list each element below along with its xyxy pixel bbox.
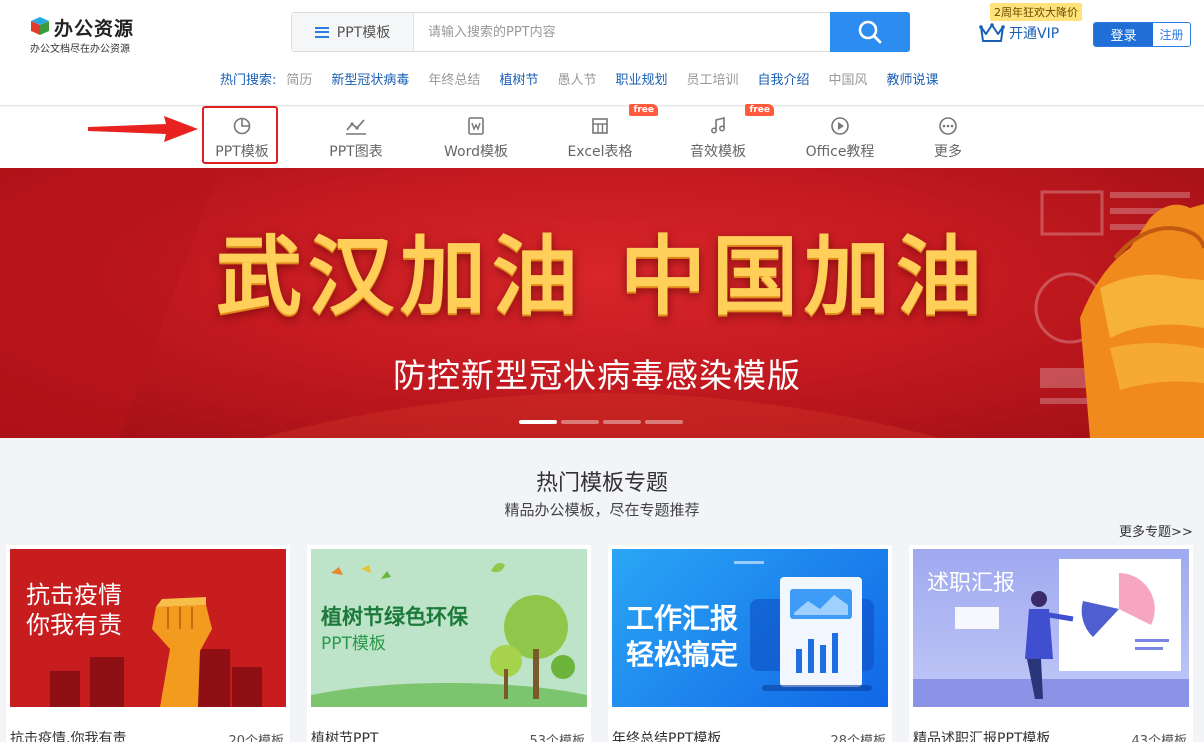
nav-audio-templates[interactable]: free 音效模板 (684, 104, 774, 168)
card-thumbnail: 抗击疫情 你我有责 (10, 549, 286, 707)
promo-badge[interactable]: 2周年狂欢大降价 (990, 3, 1082, 21)
section-subtitle: 精品办公模板，尽在专题推荐 (504, 501, 700, 519)
more-icon (939, 117, 957, 135)
search-bar: PPT模板 (291, 12, 910, 52)
table-icon (592, 118, 608, 134)
hot-search-item[interactable]: 员工培训 (686, 69, 738, 88)
auth-buttons: 登录 注册 (1093, 22, 1191, 47)
nav-office-tutorials[interactable]: Office教程 (800, 107, 880, 168)
free-tag: free (629, 104, 658, 116)
line-chart-icon (346, 119, 366, 135)
card-thumbnail: 植树节绿色环保 PPT模板 (311, 549, 587, 707)
card-count: 20个模板 (228, 734, 284, 742)
site-logo[interactable]: 办公资源 办公文档尽在办公资源 (30, 14, 140, 58)
nav-more[interactable]: 更多 (922, 107, 974, 168)
card-count: 53个模板 (529, 734, 585, 742)
carousel-dots (519, 420, 683, 424)
more-topics-link[interactable]: 更多专题>> (1119, 521, 1193, 540)
hot-search-item[interactable]: 年终总结 (428, 69, 480, 88)
hot-search-item[interactable]: 植树节 (499, 69, 538, 88)
nav-label: 更多 (934, 144, 962, 160)
search-category-select[interactable]: PPT模板 (292, 13, 414, 51)
free-tag: free (745, 104, 774, 116)
logo-subtitle: 办公文档尽在办公资源 (30, 44, 130, 55)
card-title: 精品述职汇报PPT模板 (913, 731, 1051, 742)
hot-search-item[interactable]: 简历 (286, 69, 312, 88)
topic-card[interactable]: 植树节绿色环保 PPT模板 植树节PPT 53个模板 (307, 545, 591, 742)
carousel-dot-active[interactable] (519, 420, 557, 424)
nav-label: Office教程 (805, 144, 875, 160)
site-header: 办公资源 办公文档尽在办公资源 PPT模板 2周年狂欢大降价 开通VIP 登录 … (0, 0, 1204, 106)
nav-label: Word模板 (444, 144, 508, 160)
card-title: 抗击疫情,你我有责 (10, 731, 127, 742)
play-icon (831, 117, 849, 135)
section-title: 热门模板专题 (535, 471, 668, 496)
card-thumbnail: 述职汇报 (913, 549, 1189, 707)
vip-label: 开通VIP (1009, 26, 1060, 42)
pie-chart-icon (233, 117, 251, 135)
hot-search-item[interactable]: 教师说课 (887, 69, 939, 88)
register-button[interactable]: 注册 (1153, 23, 1190, 46)
nav-excel-tables[interactable]: free Excel表格 (564, 104, 658, 168)
topic-card[interactable]: 述职汇报 精品述职汇报PPT模板 43个模板 (909, 545, 1193, 742)
nav-label: Excel表格 (567, 144, 633, 160)
card-image-text: 植树节绿色环保 (321, 605, 468, 629)
banner-subtitle: 防控新型冠状病毒感染模版 (393, 356, 801, 395)
nav-ppt-templates[interactable]: PPT模板 (208, 107, 276, 168)
nav-label: PPT模板 (215, 144, 269, 160)
logo-cube-icon (31, 17, 49, 35)
menu-icon (314, 26, 329, 38)
word-doc-icon (468, 117, 484, 135)
card-image-text: 工作汇报 (626, 602, 739, 635)
banner-title: 武汉加油 中国加油 (216, 226, 988, 327)
red-arrow-icon (88, 116, 198, 142)
hot-search-item[interactable]: 新型冠状病毒 (331, 69, 409, 88)
nav-label: PPT图表 (329, 144, 383, 160)
nav-ppt-charts[interactable]: PPT图表 (322, 107, 390, 168)
topic-card[interactable]: 抗击疫情 你我有责 抗击疫情,你我有责 20个模板 (6, 545, 290, 742)
card-image-text: 轻松搞定 (626, 638, 739, 671)
card-title: 植树节PPT (311, 731, 379, 742)
search-category-label: PPT模板 (336, 25, 391, 41)
search-input[interactable] (414, 13, 830, 51)
hot-search-item[interactable]: 愚人节 (557, 69, 596, 88)
hero-banner[interactable]: 武汉加油 中国加油 防控新型冠状病毒感染模版 (0, 168, 1204, 438)
hot-search-item[interactable]: 中国风 (829, 69, 868, 88)
card-image-text: 你我有责 (26, 611, 122, 639)
card-image-text: 述职汇报 (927, 571, 1016, 596)
card-image-text: PPT模板 (321, 634, 386, 654)
card-title: 年终总结PPT模板 (612, 731, 722, 742)
nav-word-templates[interactable]: Word模板 (440, 107, 512, 168)
card-thumbnail: 工作汇报 轻松搞定 (612, 549, 888, 707)
carousel-dot[interactable] (645, 420, 683, 424)
nav-label: 音效模板 (690, 144, 746, 160)
hot-searches: 热门搜索: 简历 新型冠状病毒 年终总结 植树节 愚人节 职业规划 员工培训 自… (220, 69, 958, 88)
carousel-dot[interactable] (603, 420, 641, 424)
hot-searches-label: 热门搜索: (220, 73, 277, 88)
topic-card[interactable]: 工作汇报 轻松搞定 年终总结PPT模板 28个模板 (608, 545, 892, 742)
search-button[interactable] (830, 12, 910, 52)
music-icon (711, 117, 725, 134)
login-button[interactable]: 登录 (1094, 23, 1153, 46)
logo-title: 办公资源 (54, 18, 135, 40)
carousel-dot[interactable] (561, 420, 599, 424)
vip-link[interactable]: 开通VIP (979, 22, 1059, 44)
crown-icon (979, 23, 1005, 42)
search-icon (858, 20, 882, 44)
card-count: 43个模板 (1131, 734, 1187, 742)
hot-search-item[interactable]: 职业规划 (615, 69, 667, 88)
hot-search-item[interactable]: 自我介绍 (758, 69, 810, 88)
card-count: 28个模板 (830, 734, 886, 742)
